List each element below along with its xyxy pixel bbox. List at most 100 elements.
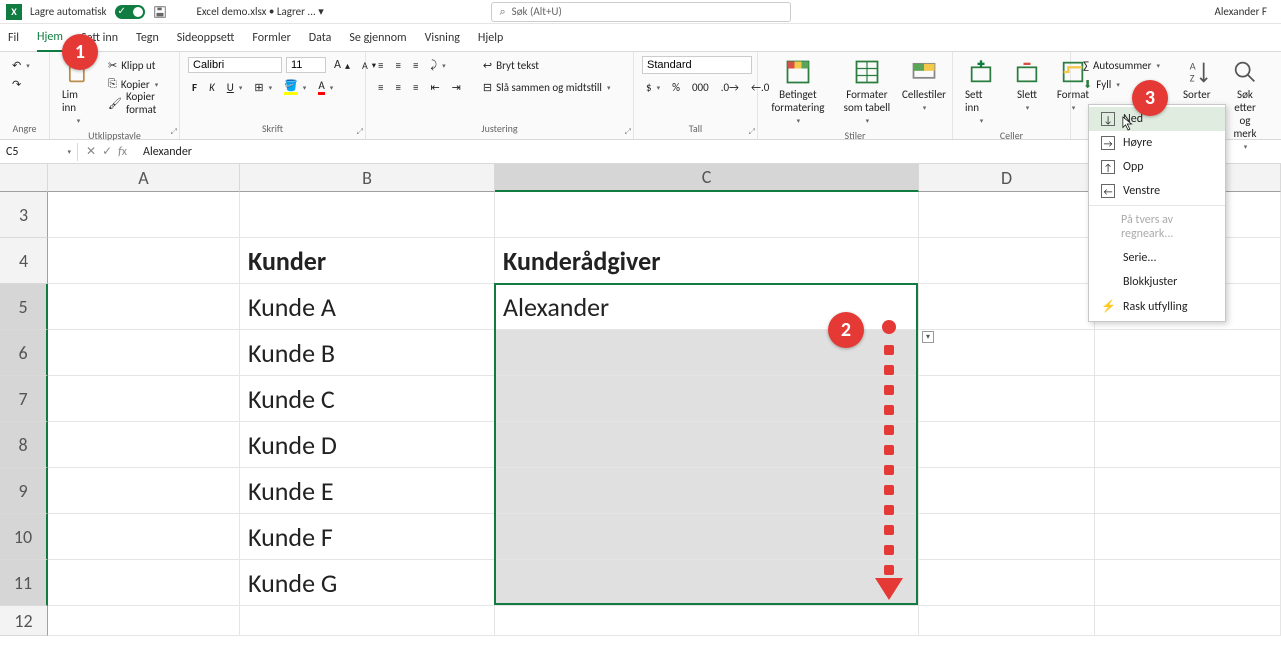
bold-button[interactable]: F bbox=[188, 78, 201, 96]
row-header-9[interactable]: 9 bbox=[0, 468, 48, 514]
cell-C11[interactable] bbox=[495, 560, 919, 606]
format-as-table-button[interactable]: Formater som tabell▾ bbox=[836, 56, 898, 127]
document-title[interactable]: Excel demo.xlsx • Lagrer ... ▾ bbox=[197, 5, 324, 18]
delete-cells-button[interactable]: Slett▾ bbox=[1007, 56, 1047, 114]
row-header-10[interactable]: 10 bbox=[0, 514, 48, 560]
fill-up-item[interactable]: ↑Opp bbox=[1089, 155, 1225, 179]
cell-D6[interactable] bbox=[919, 330, 1095, 376]
fill-series-item[interactable]: Serie... bbox=[1089, 246, 1225, 270]
cell-A4[interactable] bbox=[48, 238, 240, 284]
align-right-button[interactable]: ≡ bbox=[409, 78, 422, 96]
autosum-button[interactable]: ∑ Autosummer ▾ bbox=[1079, 56, 1164, 74]
insert-cells-button[interactable]: Sett inn▾ bbox=[961, 56, 1001, 127]
cell-B7[interactable]: Kunde C bbox=[240, 376, 495, 422]
comma-button[interactable]: 000 bbox=[688, 78, 713, 96]
accept-formula-icon[interactable]: ✓ bbox=[102, 144, 112, 159]
save-icon[interactable] bbox=[153, 5, 167, 19]
cell-A9[interactable] bbox=[48, 468, 240, 514]
cell-B3[interactable] bbox=[240, 192, 495, 238]
cell-E8[interactable] bbox=[1095, 422, 1281, 468]
tab-sideoppsett[interactable]: Sideoppsett bbox=[177, 25, 235, 51]
decrease-indent-button[interactable]: ⇤ bbox=[426, 78, 443, 96]
cell-A5[interactable] bbox=[48, 284, 240, 330]
cell-D4[interactable] bbox=[919, 238, 1095, 284]
cell-D12[interactable] bbox=[919, 606, 1095, 636]
cell-E10[interactable] bbox=[1095, 514, 1281, 560]
tab-data[interactable]: Data bbox=[309, 25, 332, 51]
cell-B8[interactable]: Kunde D bbox=[240, 422, 495, 468]
quick-analysis-handle[interactable]: ▾ bbox=[922, 331, 934, 343]
cell-D11[interactable] bbox=[919, 560, 1095, 606]
cut-button[interactable]: ✂ Klipp ut bbox=[104, 56, 171, 74]
fill-color-button[interactable]: 🪣▾ bbox=[280, 78, 310, 96]
search-box[interactable]: ⌕ Søk (Alt+U) bbox=[491, 2, 791, 22]
name-box[interactable]: C5▾ bbox=[0, 143, 78, 161]
tab-tegn[interactable]: Tegn bbox=[136, 25, 159, 51]
select-all-corner[interactable] bbox=[0, 164, 48, 192]
increase-font-button[interactable]: A▴ bbox=[330, 56, 354, 74]
cell-C10[interactable] bbox=[495, 514, 919, 560]
font-size-select[interactable] bbox=[286, 57, 326, 73]
cell-A10[interactable] bbox=[48, 514, 240, 560]
tab-hjem[interactable]: Hjem bbox=[37, 24, 63, 52]
align-left-button[interactable]: ≡ bbox=[374, 78, 387, 96]
cell-B11[interactable]: Kunde G bbox=[240, 560, 495, 606]
cell-A3[interactable] bbox=[48, 192, 240, 238]
wrap-text-button[interactable]: ↩ Bryt tekst bbox=[479, 56, 615, 74]
align-bottom-button[interactable]: ≡ bbox=[409, 56, 422, 74]
cell-A7[interactable] bbox=[48, 376, 240, 422]
align-middle-button[interactable]: ≡ bbox=[391, 56, 404, 74]
cell-D9[interactable] bbox=[919, 468, 1095, 514]
cell-B9[interactable]: Kunde E bbox=[240, 468, 495, 514]
cell-D8[interactable] bbox=[919, 422, 1095, 468]
percent-button[interactable]: % bbox=[668, 78, 684, 96]
fill-flash-item[interactable]: ⚡Rask utfylling bbox=[1089, 294, 1225, 319]
col-header-A[interactable]: A bbox=[48, 164, 240, 192]
cell-styles-button[interactable]: Cellestiler▾ bbox=[904, 56, 944, 114]
redo-button[interactable]: ↷ bbox=[8, 75, 25, 93]
number-format-select[interactable] bbox=[642, 56, 752, 74]
increase-indent-button[interactable]: ⇥ bbox=[448, 78, 465, 96]
font-name-select[interactable] bbox=[188, 57, 282, 73]
fill-justify-item[interactable]: Blokkjuster bbox=[1089, 270, 1225, 294]
col-header-C[interactable]: C bbox=[495, 164, 919, 192]
format-painter-button[interactable]: 🖌 Kopier format bbox=[104, 94, 171, 112]
autosave-toggle[interactable] bbox=[115, 5, 145, 19]
merge-center-button[interactable]: ⊟ Slå sammen og midtstill ▾ bbox=[479, 78, 615, 96]
number-expand-icon[interactable]: ⤢ bbox=[749, 127, 755, 137]
tab-visning[interactable]: Visning bbox=[425, 25, 460, 51]
align-center-button[interactable]: ≡ bbox=[391, 78, 404, 96]
cell-C3[interactable] bbox=[495, 192, 919, 238]
align-top-button[interactable]: ≡ bbox=[374, 56, 387, 74]
alignment-expand-icon[interactable]: ⤢ bbox=[625, 127, 631, 137]
cell-A12[interactable] bbox=[48, 606, 240, 636]
font-color-button[interactable]: A▾ bbox=[314, 78, 337, 96]
cell-E9[interactable] bbox=[1095, 468, 1281, 514]
cell-B6[interactable]: Kunde B bbox=[240, 330, 495, 376]
row-header-12[interactable]: 12 bbox=[0, 606, 48, 636]
undo-button[interactable]: ↶ ▾ bbox=[8, 56, 34, 74]
cell-D10[interactable] bbox=[919, 514, 1095, 560]
clipboard-expand-icon[interactable]: ⤢ bbox=[171, 127, 177, 137]
col-header-B[interactable]: B bbox=[240, 164, 495, 192]
tab-formler[interactable]: Formler bbox=[252, 25, 290, 51]
tab-hjelp[interactable]: Hjelp bbox=[478, 25, 503, 51]
font-expand-icon[interactable]: ⤢ bbox=[357, 127, 363, 137]
fx-icon[interactable]: fx bbox=[118, 145, 127, 159]
fill-button[interactable]: ⬇ Fyll ▾ bbox=[1079, 75, 1124, 93]
tab-fil[interactable]: Fil bbox=[8, 25, 19, 51]
row-header-11[interactable]: 11 bbox=[0, 560, 48, 606]
cell-A6[interactable] bbox=[48, 330, 240, 376]
user-name[interactable]: Alexander F bbox=[1215, 5, 1275, 18]
cell-B4[interactable]: Kunder bbox=[240, 238, 495, 284]
row-header-8[interactable]: 8 bbox=[0, 422, 48, 468]
conditional-formatting-button[interactable]: Betinget formatering▾ bbox=[766, 56, 830, 127]
cell-C12[interactable] bbox=[495, 606, 919, 636]
fill-right-item[interactable]: →Høyre bbox=[1089, 131, 1225, 155]
find-select-button[interactable]: Søk etter og merk▾ bbox=[1225, 56, 1265, 153]
cancel-formula-icon[interactable]: ✕ bbox=[86, 144, 96, 159]
cell-B12[interactable] bbox=[240, 606, 495, 636]
cell-D7[interactable] bbox=[919, 376, 1095, 422]
col-header-D[interactable]: D bbox=[919, 164, 1095, 192]
cell-E11[interactable] bbox=[1095, 560, 1281, 606]
